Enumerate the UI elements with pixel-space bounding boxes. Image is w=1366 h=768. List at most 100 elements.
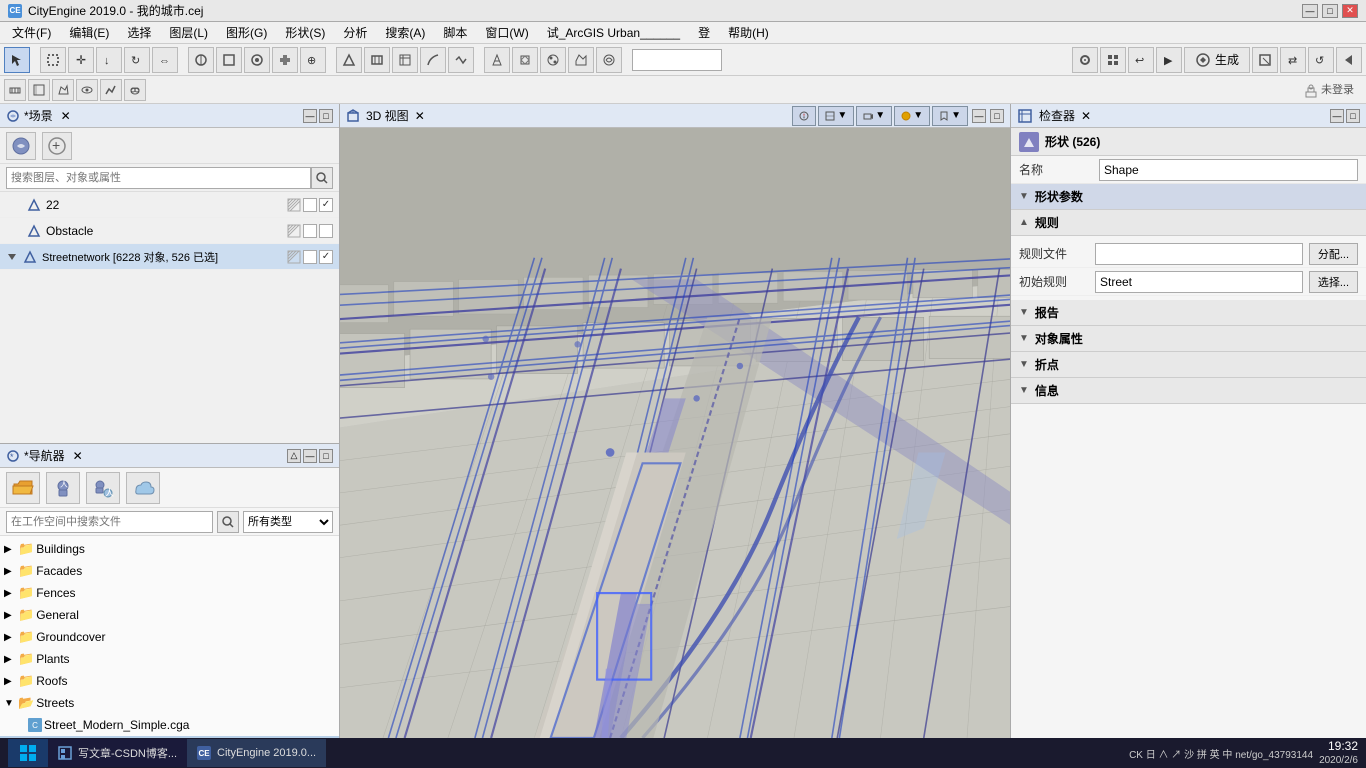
open-folder-button[interactable] — [6, 472, 40, 504]
tool17-button[interactable] — [512, 47, 538, 73]
tool6-button[interactable] — [188, 47, 214, 73]
nav-panel-minimize[interactable]: — — [303, 449, 317, 463]
toolbar-input[interactable] — [632, 49, 722, 71]
menu-select[interactable]: 选择 — [119, 22, 159, 43]
nav-panel-maximize[interactable]: □ — [319, 449, 333, 463]
layer-item-22[interactable]: 22 — [0, 192, 339, 218]
ruler-button[interactable] — [4, 79, 26, 101]
menu-help[interactable]: 帮助(H) — [720, 22, 777, 43]
name-input[interactable] — [1099, 159, 1358, 181]
rule-file-input[interactable] — [1095, 243, 1303, 265]
bookmark-button[interactable]: ▼ — [932, 106, 968, 126]
rect-select-button[interactable] — [40, 47, 66, 73]
compass-button[interactable] — [792, 106, 816, 126]
nav-type-select[interactable]: 所有类型 — [243, 511, 333, 533]
taskbar-item-1[interactable]: 写文章-CSDN博客... — [48, 739, 187, 767]
inspector-close[interactable]: ✕ — [1081, 109, 1091, 123]
menu-edit[interactable]: 编辑(E) — [61, 22, 117, 43]
menu-arcgis[interactable]: 试_ArcGIS Urban______ — [539, 22, 688, 43]
assign-button[interactable]: 分配... — [1309, 243, 1358, 265]
layer-item-streetnetwork[interactable]: Streetnetwork [6228 对象, 526 已选] — [0, 244, 339, 270]
move-button[interactable]: ✛ — [68, 47, 94, 73]
nav-search-input[interactable] — [6, 511, 213, 533]
menu-shapes[interactable]: 图形(G) — [218, 22, 275, 43]
folder-plants[interactable]: ▶ 📁 Plants — [0, 648, 339, 670]
tool18-button[interactable] — [540, 47, 566, 73]
menu-login[interactable]: 登 — [690, 22, 718, 43]
generate-button[interactable]: 生成 — [1184, 47, 1250, 73]
object-attrs-section[interactable]: ▼ 对象属性 — [1011, 326, 1366, 352]
expand-arrow[interactable] — [6, 251, 18, 263]
scene-search-input[interactable] — [6, 167, 311, 189]
menu-analyze[interactable]: 分析 — [335, 22, 375, 43]
menu-layers[interactable]: 图层(L) — [161, 22, 216, 43]
tool-extra6[interactable] — [1336, 47, 1362, 73]
info-section[interactable]: ▼ 信息 — [1011, 378, 1366, 404]
folder-streets[interactable]: ▼ 📂 Streets — [0, 692, 339, 714]
tool8-button[interactable] — [244, 47, 270, 73]
eye-button[interactable] — [76, 79, 98, 101]
menu-search[interactable]: 搜索(A) — [377, 22, 433, 43]
snap-button[interactable] — [1072, 47, 1098, 73]
select-tool-button[interactable] — [4, 47, 30, 73]
vis-box3[interactable] — [303, 250, 317, 264]
select-button[interactable]: 选择... — [1309, 271, 1358, 293]
cam-button[interactable]: ▼ — [856, 106, 892, 126]
view3d-minimize[interactable]: — — [972, 109, 986, 123]
folder-facades[interactable]: ▶ 📁 Facades — [0, 560, 339, 582]
cloud-button[interactable] — [124, 79, 146, 101]
render-button[interactable]: ▼ — [894, 106, 930, 126]
grid-button[interactable] — [1100, 47, 1126, 73]
tool14-button[interactable] — [420, 47, 446, 73]
cloud-sync-button[interactable] — [126, 472, 160, 504]
viewport-content[interactable] — [340, 128, 1010, 738]
tool10-button[interactable]: ⊕ — [300, 47, 326, 73]
shape-params-section[interactable]: ▼ 形状参数 — [1011, 184, 1366, 210]
rotate-button[interactable]: ↻ — [124, 47, 150, 73]
scene-panel-close[interactable]: ✕ — [61, 109, 71, 123]
minimize-button[interactable]: — — [1302, 4, 1318, 18]
tool16-button[interactable] — [484, 47, 510, 73]
check-box3[interactable] — [319, 250, 333, 264]
tool13-button[interactable] — [392, 47, 418, 73]
vertices-section[interactable]: ▼ 折点 — [1011, 352, 1366, 378]
close-button[interactable]: ✕ — [1342, 4, 1358, 18]
tool19-button[interactable] — [568, 47, 594, 73]
inspector-maximize[interactable]: □ — [1346, 109, 1360, 123]
tool-extra1[interactable]: ↩ — [1128, 47, 1154, 73]
mirror-button[interactable]: ⇔ — [152, 47, 178, 73]
tool20-button[interactable] — [596, 47, 622, 73]
menu-script[interactable]: 脚本 — [435, 22, 475, 43]
menu-form[interactable]: 形状(S) — [277, 22, 333, 43]
paint-button[interactable] — [52, 79, 74, 101]
tool12-button[interactable] — [364, 47, 390, 73]
measure-button[interactable] — [28, 79, 50, 101]
tool15-button[interactable] — [448, 47, 474, 73]
folder-buildings[interactable]: ▶ 📁 Buildings — [0, 538, 339, 560]
folder-groundcover[interactable]: ▶ 📁 Groundcover — [0, 626, 339, 648]
graph-button[interactable] — [100, 79, 122, 101]
view3d-maximize[interactable]: □ — [990, 109, 1004, 123]
taskbar-item-2[interactable]: CE CityEngine 2019.0... — [187, 739, 326, 767]
add-layer-button[interactable]: + — [42, 132, 72, 160]
nav-panel-up[interactable]: △ — [287, 449, 301, 463]
check-box1[interactable] — [319, 198, 333, 212]
start-rule-input[interactable] — [1095, 271, 1303, 293]
tool11-button[interactable] — [336, 47, 362, 73]
tool-extra2[interactable]: ▶ — [1156, 47, 1182, 73]
scene-panel-maximize[interactable]: □ — [319, 109, 333, 123]
rules-section[interactable]: ▲ 规则 — [1011, 210, 1366, 236]
tool9-button[interactable] — [272, 47, 298, 73]
check-box2[interactable] — [319, 224, 333, 238]
vis-box1[interactable] — [303, 198, 317, 212]
file-street-simple[interactable]: C Street_Modern_Simple.cga — [0, 714, 339, 736]
scene-panel-minimize[interactable]: — — [303, 109, 317, 123]
menu-file[interactable]: 文件(F) — [4, 22, 59, 43]
tool-extra5[interactable]: ↺ — [1308, 47, 1334, 73]
nav-search-button[interactable] — [217, 511, 239, 533]
import-button[interactable]: 人 — [46, 472, 80, 504]
maximize-button[interactable]: □ — [1322, 4, 1338, 18]
nav-panel-close[interactable]: ✕ — [73, 449, 83, 463]
layer-item-obstacle[interactable]: Obstacle — [0, 218, 339, 244]
menu-window[interactable]: 窗口(W) — [477, 22, 536, 43]
